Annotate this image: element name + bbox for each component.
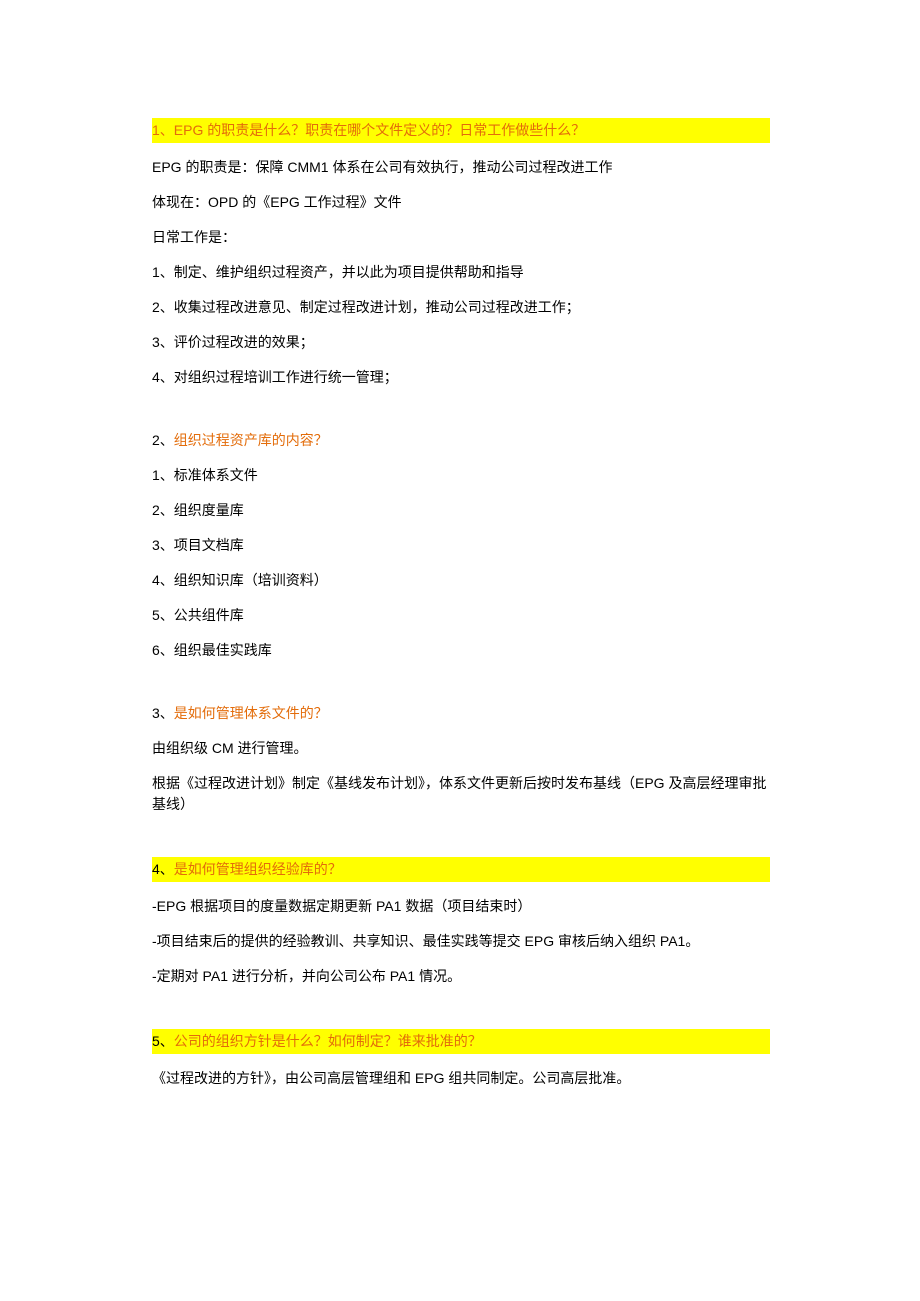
q3-heading: 3、是如何管理体系文件的？: [152, 703, 770, 724]
q1-item-4: 4、对组织过程培训工作进行统一管理；: [152, 367, 770, 388]
q1-para-1: EPG 的职责是：保障 CMM1 体系在公司有效执行，推动公司过程改进工作: [152, 157, 770, 178]
q5-num: 5、: [152, 1033, 174, 1049]
q4-para-1: -EPG 根据项目的度量数据定期更新 PA1 数据（项目结束时）: [152, 896, 770, 917]
q3-para-2: 根据《过程改进计划》制定《基线发布计划》，体系文件更新后按时发布基线（EPG 及…: [152, 773, 770, 815]
gap: [152, 402, 770, 430]
q4-num: 4、: [152, 861, 174, 877]
q3-title: 是如何管理体系文件的？: [174, 705, 328, 721]
q1-para-3: 日常工作是：: [152, 227, 770, 248]
document-page: 1、EPG 的职责是什么？职责在哪个文件定义的？日常工作做些什么？ EPG 的职…: [0, 0, 920, 1301]
q3-num: 3、: [152, 705, 174, 721]
q4-para-3: -定期对 PA1 进行分析，并向公司公布 PA1 情况。: [152, 966, 770, 987]
q2-item-5: 5、公共组件库: [152, 605, 770, 626]
q4-para-2: -项目结束后的提供的经验教训、共享知识、最佳实践等提交 EPG 审核后纳入组织 …: [152, 931, 770, 952]
q3-para-1: 由组织级 CM 进行管理。: [152, 738, 770, 759]
q1-item-2: 2、收集过程改进意见、制定过程改进计划，推动公司过程改进工作；: [152, 297, 770, 318]
q4-heading: 4、是如何管理组织经验库的？: [152, 857, 770, 882]
q2-item-2: 2、组织度量库: [152, 500, 770, 521]
q4-title: 是如何管理组织经验库的？: [174, 861, 342, 877]
gap: [152, 675, 770, 703]
q2-item-4: 4、组织知识库（培训资料）: [152, 570, 770, 591]
q1-item-1: 1、制定、维护组织过程资产，并以此为项目提供帮助和指导: [152, 262, 770, 283]
q1-heading: 1、EPG 的职责是什么？职责在哪个文件定义的？日常工作做些什么？: [152, 118, 770, 143]
q2-item-3: 3、项目文档库: [152, 535, 770, 556]
q1-para-2: 体现在：OPD 的《EPG 工作过程》文件: [152, 192, 770, 213]
q2-item-6: 6、组织最佳实践库: [152, 640, 770, 661]
gap: [152, 829, 770, 857]
q5-para-1: 《过程改进的方针》，由公司高层管理组和 EPG 组共同制定。公司高层批准。: [152, 1068, 770, 1089]
q1-item-3: 3、评价过程改进的效果；: [152, 332, 770, 353]
q5-heading: 5、公司的组织方针是什么？如何制定？谁来批准的？: [152, 1029, 770, 1054]
q2-num: 2、: [152, 432, 174, 448]
q2-title: 组织过程资产库的内容？: [174, 432, 328, 448]
q2-item-1: 1、标准体系文件: [152, 465, 770, 486]
gap: [152, 1001, 770, 1029]
q2-heading: 2、组织过程资产库的内容？: [152, 430, 770, 451]
q5-title: 公司的组织方针是什么？如何制定？谁来批准的？: [174, 1033, 482, 1049]
